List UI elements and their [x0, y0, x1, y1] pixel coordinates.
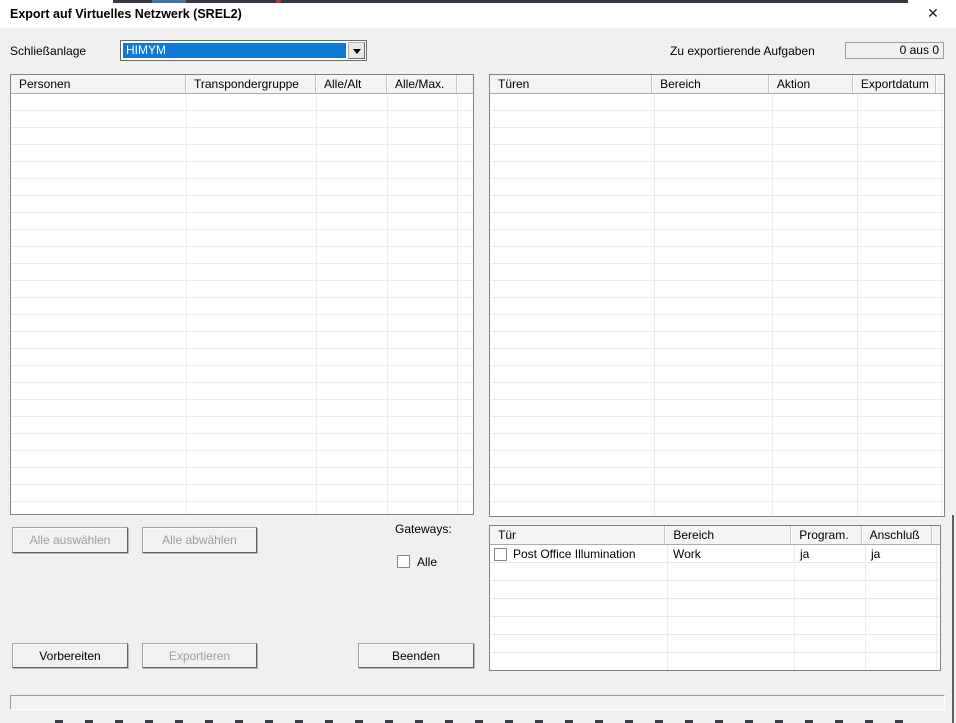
export-button: Exportieren: [142, 643, 257, 668]
gateways-all-checkbox-label[interactable]: Alle: [417, 555, 437, 569]
gateway-table-row[interactable]: Post Office Illumination Work ja ja: [490, 545, 940, 563]
column-header-stub: [932, 526, 940, 544]
column-header-tuer[interactable]: Tür: [490, 526, 665, 544]
window-title: Export auf Virtuelles Netzwerk (SREL2): [10, 0, 242, 28]
gateways-all-checkbox[interactable]: [397, 555, 410, 568]
tasks-to-export-count-field: 0 aus 0: [845, 42, 944, 59]
persons-table: Personen Transpondergruppe Alle/Alt Alle…: [10, 74, 474, 515]
prepare-button[interactable]: Vorbereiten: [12, 643, 128, 668]
column-header-programm[interactable]: Program.: [791, 526, 861, 544]
close-icon[interactable]: ✕: [918, 0, 948, 28]
column-header-alle-max[interactable]: Alle/Max.: [387, 75, 457, 93]
background-window-edge-top-accent: [152, 0, 186, 3]
column-header-personen[interactable]: Personen: [11, 75, 186, 93]
lock-system-selected-value: HIMYM: [123, 43, 346, 58]
quit-button[interactable]: Beenden: [358, 643, 474, 668]
doors-table-header: Türen Bereich Aktion Exportdatum: [490, 75, 944, 94]
column-header-stub: [457, 75, 473, 93]
gateway-area: Work: [667, 545, 794, 563]
progress-bar: [10, 695, 945, 710]
column-header-anschluss[interactable]: Anschluß: [862, 526, 932, 544]
background-window-edge-right: [952, 515, 954, 723]
gateway-programmed: ja: [794, 545, 865, 563]
gateway-row-checkbox[interactable]: [494, 548, 507, 561]
background-window-edge-top: [113, 0, 908, 3]
column-header-exportdatum[interactable]: Exportdatum: [853, 75, 936, 93]
combobox-dropdown-button[interactable]: [348, 42, 365, 59]
column-header-transpondergruppe[interactable]: Transpondergruppe: [186, 75, 316, 93]
persons-table-header: Personen Transpondergruppe Alle/Alt Alle…: [11, 75, 473, 94]
column-header-bereich[interactable]: Bereich: [665, 526, 791, 544]
gateway-table: Tür Bereich Program. Anschluß Post Offic…: [489, 525, 941, 671]
titlebar: Export auf Virtuelles Netzwerk (SREL2) ✕: [0, 0, 956, 28]
lock-system-combobox[interactable]: HIMYM: [120, 40, 367, 61]
persons-table-body[interactable]: [11, 94, 473, 514]
column-header-bereich[interactable]: Bereich: [652, 75, 769, 93]
select-all-button: Alle auswählen: [12, 527, 128, 553]
gateway-connected: ja: [865, 545, 936, 563]
doors-table-body[interactable]: [490, 94, 944, 516]
gateway-table-header: Tür Bereich Program. Anschluß: [490, 526, 940, 545]
gateway-door-name: Post Office Illumination: [507, 545, 636, 563]
column-header-alle-alt[interactable]: Alle/Alt: [316, 75, 387, 93]
column-header-tueren[interactable]: Türen: [490, 75, 652, 93]
column-header-stub: [936, 75, 944, 93]
deselect-all-button: Alle abwählen: [142, 527, 257, 553]
column-header-aktion[interactable]: Aktion: [769, 75, 853, 93]
background-window-edge-top-dot: [276, 0, 281, 3]
tasks-to-export-label: Zu exportierende Aufgaben: [670, 44, 815, 58]
chevron-down-icon: [353, 49, 361, 54]
doors-table: Türen Bereich Aktion Exportdatum: [489, 74, 945, 517]
gateways-label: Gateways:: [395, 522, 452, 536]
gateway-table-body[interactable]: Post Office Illumination Work ja ja: [490, 545, 940, 670]
lock-system-label: Schließanlage: [10, 44, 86, 58]
